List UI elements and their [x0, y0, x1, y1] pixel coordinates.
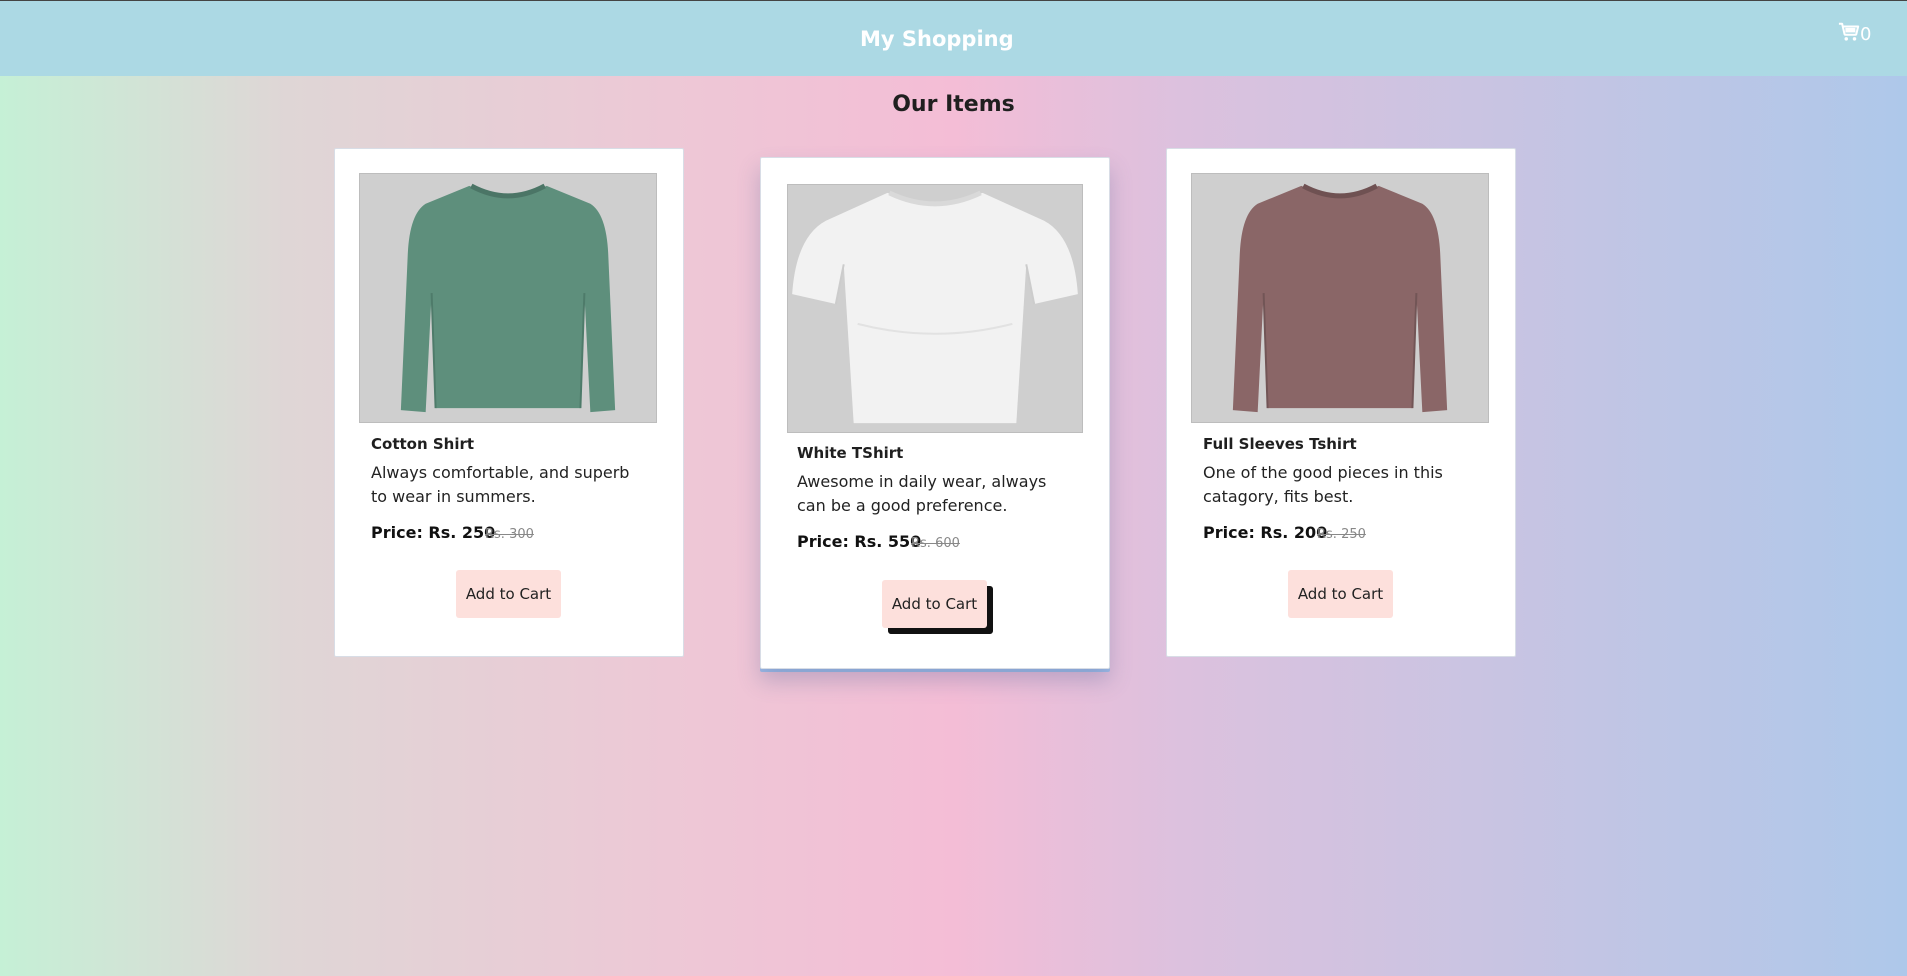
product-description: Always comfortable, and superb to wear i…	[371, 463, 630, 506]
product-old-price: Rs. 300	[485, 527, 534, 542]
product-price: Price: Rs. 550	[797, 532, 922, 551]
add-to-cart-button[interactable]: Add to Cart	[882, 580, 987, 628]
brand-title[interactable]: My Shopping	[860, 27, 1014, 51]
add-to-cart-button[interactable]: Add to Cart	[456, 570, 561, 618]
cart-link[interactable]: 0	[1838, 21, 1871, 48]
product-image-white-tshirt	[787, 184, 1083, 433]
product-price: Price: Rs. 200	[1203, 523, 1328, 542]
product-old-price: Rs. 250	[1317, 527, 1366, 542]
add-to-cart-button[interactable]: Add to Cart	[1288, 570, 1393, 618]
product-card-white-tshirt: White TShirt Awesome in daily wear, alwa…	[760, 157, 1110, 669]
section-heading: Our Items	[892, 92, 1015, 117]
product-card-full-sleeves-tshirt: Full Sleeves Tshirt One of the good piec…	[1166, 148, 1516, 657]
product-old-price: Rs. 600	[911, 536, 960, 551]
cart-count: 0	[1860, 24, 1872, 45]
product-description: Awesome in daily wear, always can be a g…	[797, 472, 1047, 515]
product-price: Price: Rs. 250	[371, 523, 496, 542]
product-description: One of the good pieces in this catagory,…	[1203, 463, 1443, 506]
product-image-green-shirt	[359, 173, 657, 423]
top-navbar: My Shopping 0	[0, 0, 1907, 76]
product-title: White TShirt	[797, 444, 904, 462]
product-title: Full Sleeves Tshirt	[1203, 435, 1357, 453]
product-image-maroon-shirt	[1191, 173, 1489, 423]
product-title: Cotton Shirt	[371, 435, 475, 453]
cart-icon[interactable]	[1838, 21, 1860, 48]
product-card-cotton-shirt: Cotton Shirt Always comfortable, and sup…	[334, 148, 684, 657]
